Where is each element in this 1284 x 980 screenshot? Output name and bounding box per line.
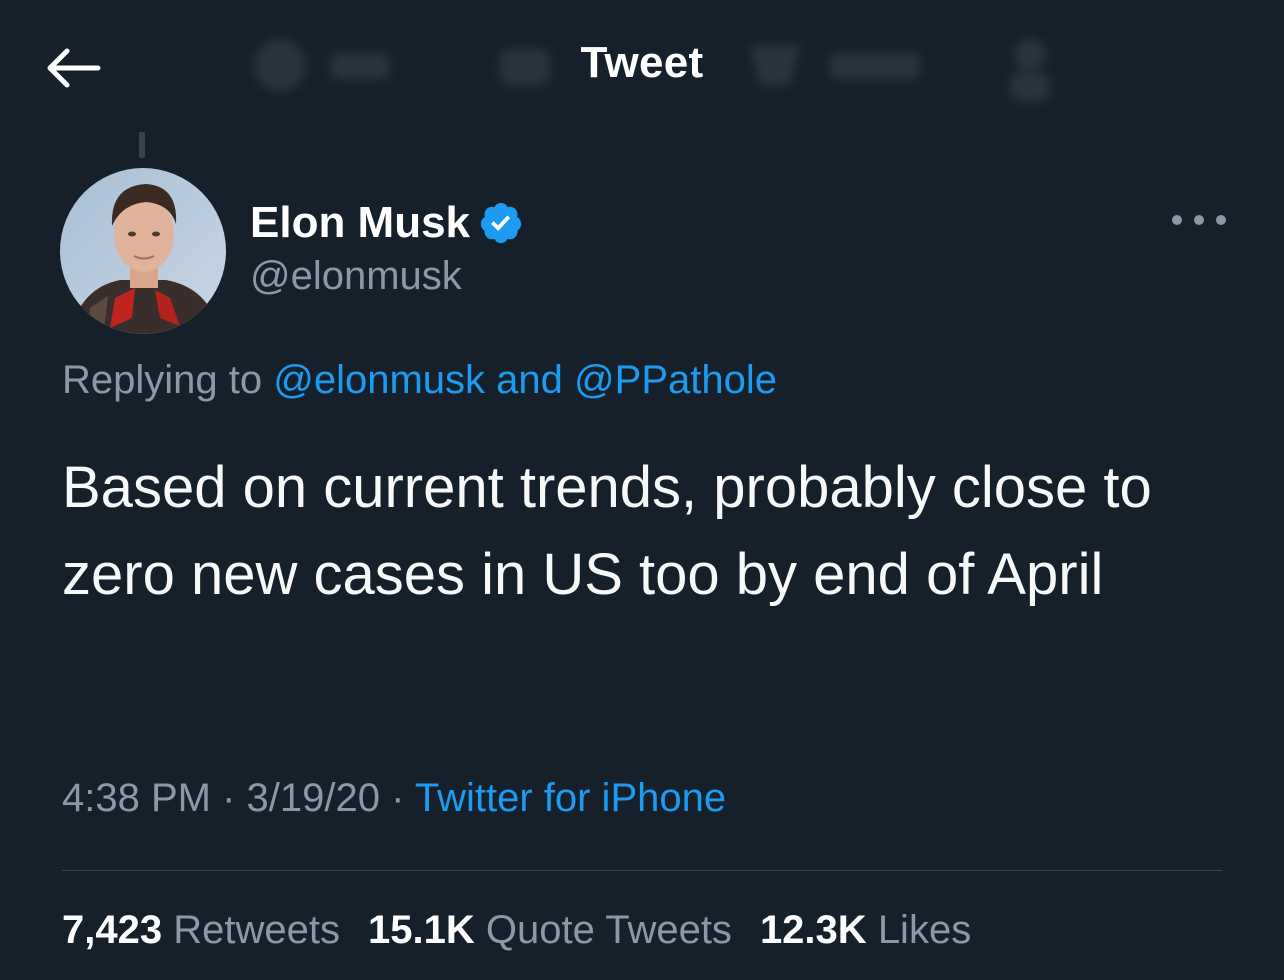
likes-label: Likes (877, 908, 972, 952)
more-dot-icon (1194, 215, 1204, 225)
avatar[interactable] (60, 168, 226, 334)
quote-tweets-label: Quote Tweets (485, 908, 732, 952)
meta-separator: · (391, 776, 405, 820)
mention-link-elonmusk[interactable]: @elonmusk (273, 358, 485, 402)
tweet-meta: 4:38 PM · 3/19/20 · Twitter for iPhone (62, 776, 726, 821)
tweet-date[interactable]: 3/19/20 (247, 776, 380, 820)
retweets-stat[interactable]: 7,423 Retweets (62, 908, 340, 953)
page-title: Tweet (580, 38, 704, 87)
mention-joiner: and (496, 358, 563, 402)
thread-connector-line (139, 132, 145, 158)
author-display-name[interactable]: Elon Musk (250, 198, 470, 248)
more-options-button[interactable] (1172, 198, 1226, 242)
engagement-stats: 7,423 Retweets 15.1K Quote Tweets 12.3K … (62, 908, 999, 953)
mention-link-ppathole[interactable]: @PPathole (574, 358, 777, 402)
author-handle[interactable]: @elonmusk (250, 254, 462, 299)
top-bar: Tweet (0, 0, 1284, 130)
replying-to-label: Replying to (62, 358, 263, 402)
meta-separator: · (222, 776, 236, 820)
likes-count: 12.3K (759, 908, 867, 952)
tweet-time[interactable]: 4:38 PM (62, 776, 211, 820)
tweet-text: Based on current trends, probably close … (62, 455, 1152, 607)
likes-stat[interactable]: 12.3K Likes (760, 908, 971, 953)
tweet-source-link[interactable]: Twitter for iPhone (415, 776, 726, 820)
retweets-label: Retweets (173, 908, 340, 952)
verified-badge-icon (480, 202, 522, 244)
more-dot-icon (1216, 215, 1226, 225)
replying-to-line: Replying to @elonmusk and @PPathole (62, 358, 777, 403)
profile-photo (60, 168, 226, 334)
quote-tweets-count: 15.1K (367, 908, 475, 952)
author-name-row: Elon Musk (250, 196, 524, 250)
more-dot-icon (1172, 215, 1182, 225)
retweets-count: 7,423 (62, 908, 163, 952)
divider (62, 870, 1222, 871)
quote-tweets-stat[interactable]: 15.1K Quote Tweets (368, 908, 732, 953)
